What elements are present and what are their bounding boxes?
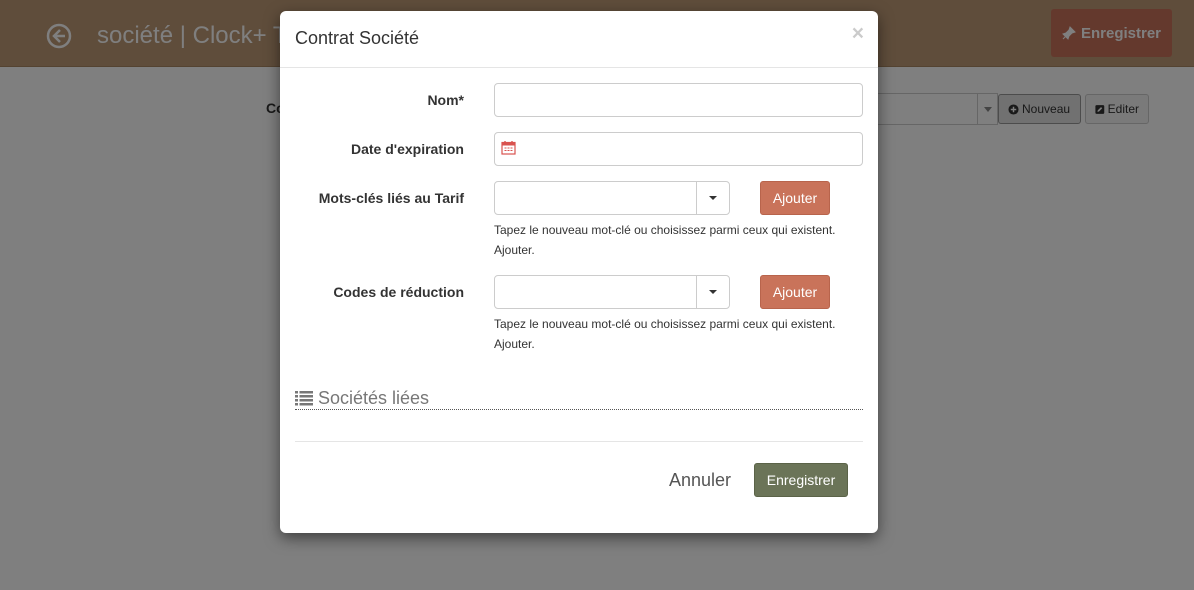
expiration-label: Date d'expiration: [350, 141, 464, 157]
discount-codes-help-text: Tapez le nouveau mot-clé ou choisissez p…: [494, 317, 836, 351]
discount-codes-input[interactable]: [495, 276, 697, 308]
close-button[interactable]: ×: [852, 23, 864, 44]
list-icon: [295, 391, 313, 406]
keywords-label: Mots-clés liés au Tarif: [318, 190, 464, 206]
caret-down-icon: [709, 290, 717, 294]
name-input[interactable]: [494, 83, 863, 117]
keywords-add-button[interactable]: Ajouter: [760, 181, 830, 215]
cancel-button[interactable]: Annuler: [652, 463, 748, 497]
name-label: Nom*: [427, 92, 464, 108]
discount-codes-dropdown-toggle[interactable]: [696, 276, 729, 308]
discount-codes-label: Codes de réduction: [333, 284, 464, 300]
footer-divider: [295, 441, 863, 442]
keywords-input[interactable]: [495, 182, 697, 214]
discount-codes-combobox[interactable]: [494, 275, 730, 309]
save-button[interactable]: Enregistrer: [754, 463, 848, 497]
keywords-dropdown-toggle[interactable]: [696, 182, 729, 214]
modal-title: Contrat Société: [295, 28, 420, 48]
modal-header: Contrat Société ×: [280, 11, 878, 68]
calendar-icon[interactable]: [501, 140, 516, 155]
linked-companies-title: Sociétés liées: [318, 388, 430, 408]
linked-companies-section: Sociétés liées: [295, 388, 863, 410]
discount-codes-add-button[interactable]: Ajouter: [760, 275, 830, 309]
caret-down-icon: [709, 196, 717, 200]
keywords-combobox[interactable]: [494, 181, 730, 215]
expiration-date-input[interactable]: [494, 132, 863, 166]
keywords-help-text: Tapez le nouveau mot-clé ou choisissez p…: [494, 223, 836, 257]
contract-modal: Contrat Société × Nom* Date d'expiration…: [280, 11, 878, 533]
